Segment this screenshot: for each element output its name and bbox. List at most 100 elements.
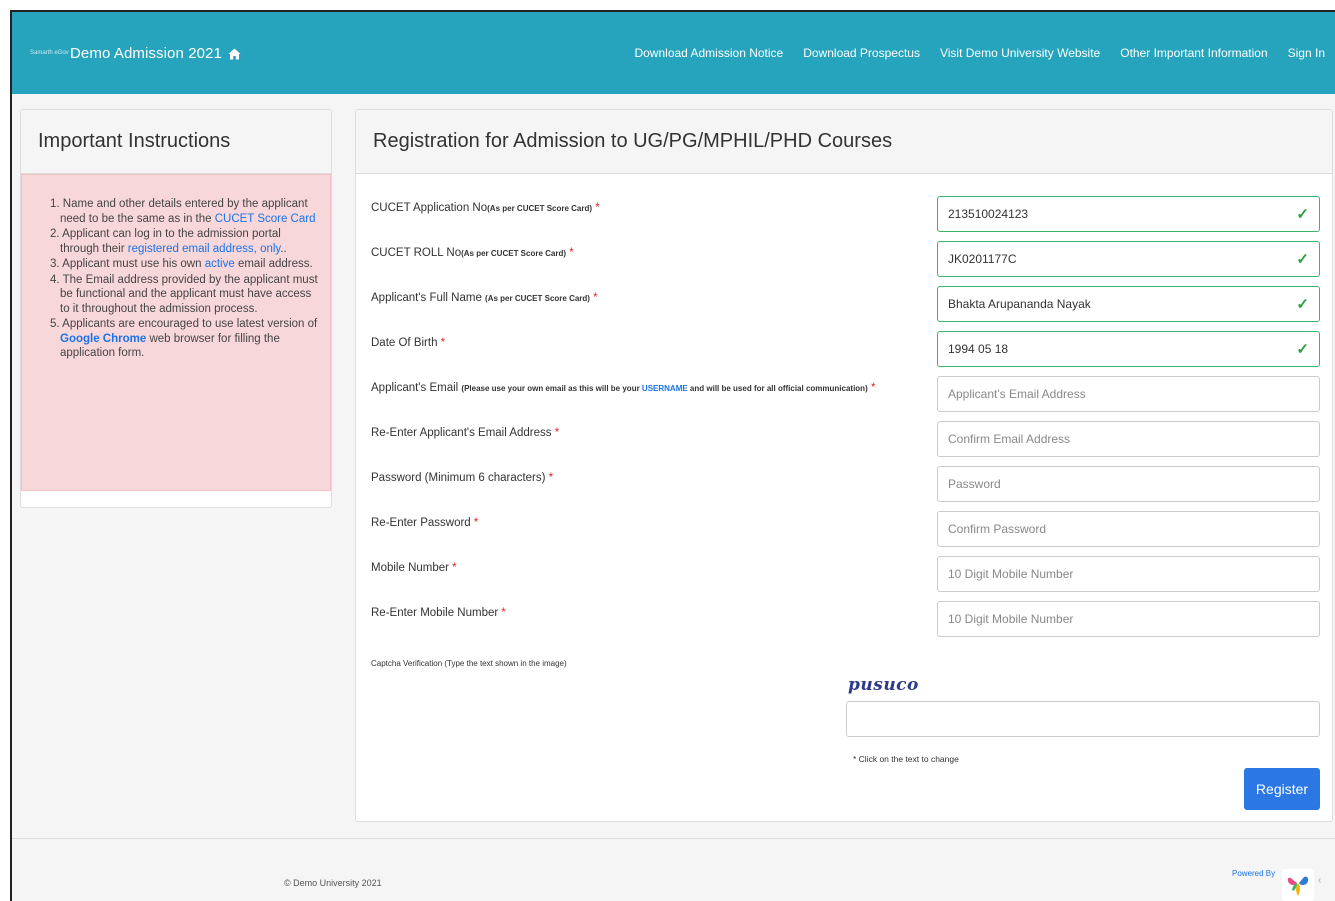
home-icon[interactable]: [228, 47, 241, 60]
email-input[interactable]: [948, 387, 1309, 401]
password-confirm-field[interactable]: [937, 511, 1320, 547]
label-note: (Please use your own email as this will …: [461, 384, 642, 393]
label-note: (As per CUCET Score Card): [461, 249, 567, 258]
mobile-confirm-input[interactable]: [948, 612, 1309, 626]
mobile-input[interactable]: [948, 567, 1309, 581]
password-label: Password (Minimum 6 characters) *: [371, 472, 553, 484]
label-text: Password (Minimum 6 characters): [371, 472, 549, 484]
instruction-number: 1.: [50, 198, 60, 210]
powered-by-text[interactable]: Powered By: [1232, 869, 1275, 878]
label-text: Re-Enter Mobile Number: [371, 607, 502, 619]
page-frame: Samarth eGov Demo Admission 2021 Downloa…: [10, 10, 1335, 901]
label-note: (As per CUCET Score Card): [485, 294, 590, 303]
captcha-input[interactable]: [846, 701, 1320, 737]
mobile-label: Mobile Number *: [371, 562, 457, 574]
instructions-list: 1. Name and other details entered by the…: [50, 197, 318, 361]
required-mark: *: [440, 337, 446, 349]
instruction-number: 3.: [50, 258, 60, 270]
top-navbar: Samarth eGov Demo Admission 2021 Downloa…: [12, 12, 1335, 94]
mobile-confirm-field[interactable]: [937, 601, 1320, 637]
full-name-label: Applicant's Full Name (As per CUCET Scor…: [371, 292, 598, 304]
captcha-image[interactable]: pusuco: [848, 675, 919, 695]
application-no-input[interactable]: [948, 207, 1293, 221]
required-mark: *: [473, 517, 479, 529]
label-text: Re-Enter Applicant's Email Address: [371, 427, 555, 439]
nav-visit-university-website[interactable]: Visit Demo University Website: [940, 46, 1100, 60]
nav-sign-in[interactable]: Sign In: [1288, 46, 1325, 60]
instruction-item: 4. The Email address provided by the app…: [50, 273, 318, 317]
instruction-item: 3. Applicant must use his own active ema…: [50, 257, 318, 272]
instruction-text: The Email address provided by the applic…: [60, 273, 318, 315]
instructions-alert: 1. Name and other details entered by the…: [21, 174, 331, 491]
instruction-text: email address.: [234, 258, 313, 270]
nav-other-important-information[interactable]: Other Important Information: [1120, 46, 1267, 60]
roll-no-field[interactable]: ✓: [937, 241, 1320, 277]
label-text: Mobile Number: [371, 562, 453, 574]
label-text: Date Of Birth: [371, 337, 441, 349]
required-mark: *: [548, 472, 554, 484]
application-no-field[interactable]: ✓: [937, 196, 1320, 232]
label-text: CUCET ROLL No: [371, 247, 462, 259]
brand-logo: Samarth eGov: [30, 50, 69, 56]
instruction-number: 2.: [50, 228, 60, 240]
roll-no-label: CUCET ROLL No(As per CUCET Score Card) *: [371, 247, 574, 259]
valid-check-icon: ✓: [1296, 251, 1309, 268]
google-chrome-link[interactable]: Google Chrome: [60, 333, 146, 345]
registered-email-highlight: registered email address, only: [127, 242, 281, 255]
valid-check-icon: ✓: [1296, 296, 1309, 313]
roll-no-input[interactable]: [948, 252, 1293, 266]
registration-panel: Registration for Admission to UG/PG/MPHI…: [355, 109, 1333, 822]
label-note: (As per CUCET Score Card): [487, 204, 593, 213]
chevron-left-icon[interactable]: ‹: [1318, 875, 1321, 886]
label-text: Applicant's Full Name: [371, 292, 486, 304]
email-label: Applicant's Email (Please use your own e…: [371, 382, 875, 394]
valid-check-icon: ✓: [1296, 341, 1309, 358]
copyright-text: © Demo University 2021: [284, 878, 382, 888]
email-confirm-field[interactable]: [937, 421, 1320, 457]
required-mark: *: [595, 202, 600, 214]
registration-title: Registration for Admission to UG/PG/MPHI…: [373, 130, 893, 152]
mobile-field[interactable]: [937, 556, 1320, 592]
instruction-text: Applicants are encouraged to use latest …: [62, 318, 318, 330]
application-no-label: CUCET Application No(As per CUCET Score …: [371, 202, 600, 214]
password-input[interactable]: [948, 477, 1309, 491]
brand-title[interactable]: Demo Admission 2021: [70, 45, 222, 62]
label-text: Applicant's Email: [371, 382, 462, 394]
full-name-input[interactable]: [948, 297, 1293, 311]
required-mark: *: [870, 382, 876, 394]
dob-input[interactable]: [948, 342, 1293, 356]
instruction-text: Applicant must use his own: [62, 258, 205, 270]
nav-download-admission-notice[interactable]: Download Admission Notice: [634, 46, 783, 60]
valid-check-icon: ✓: [1296, 206, 1309, 223]
instruction-number: 4.: [50, 273, 60, 286]
email-confirm-input[interactable]: [948, 432, 1309, 446]
dob-label: Date Of Birth *: [371, 337, 445, 349]
password-confirm-input[interactable]: [948, 522, 1309, 536]
brand[interactable]: Samarth eGov Demo Admission 2021: [30, 45, 241, 62]
powered-by-logo-icon[interactable]: [1282, 869, 1314, 901]
instruction-item: 5. Applicants are encouraged to use late…: [50, 317, 318, 361]
password-confirm-label: Re-Enter Password *: [371, 517, 478, 529]
nav-download-prospectus[interactable]: Download Prospectus: [803, 46, 920, 60]
password-field[interactable]: [937, 466, 1320, 502]
register-button[interactable]: Register: [1244, 768, 1320, 810]
instruction-number: 5.: [50, 318, 60, 330]
cucet-score-card-link[interactable]: CUCET Score Card: [215, 213, 316, 225]
active-highlight: active: [204, 258, 235, 270]
instructions-title: Important Instructions: [38, 130, 231, 152]
label-note: and will be used for all official commun…: [687, 384, 868, 393]
instruction-text: ..: [280, 242, 287, 255]
captcha-note: * Click on the text to change: [853, 754, 959, 764]
label-text: Re-Enter Password: [371, 517, 474, 529]
required-mark: *: [569, 247, 574, 259]
mobile-confirm-label: Re-Enter Mobile Number *: [371, 607, 506, 619]
required-mark: *: [452, 562, 457, 574]
captcha-label: Captcha Verification (Type the text show…: [371, 659, 567, 668]
full-name-field[interactable]: ✓: [937, 286, 1320, 322]
footer: © Demo University 2021 Powered By ‹: [12, 838, 1335, 901]
instruction-item: 1. Name and other details entered by the…: [50, 197, 318, 226]
email-confirm-label: Re-Enter Applicant's Email Address *: [371, 427, 559, 439]
nav-links: Download Admission Notice Download Prosp…: [614, 12, 1325, 94]
dob-field[interactable]: ✓: [937, 331, 1320, 367]
email-field[interactable]: [937, 376, 1320, 412]
